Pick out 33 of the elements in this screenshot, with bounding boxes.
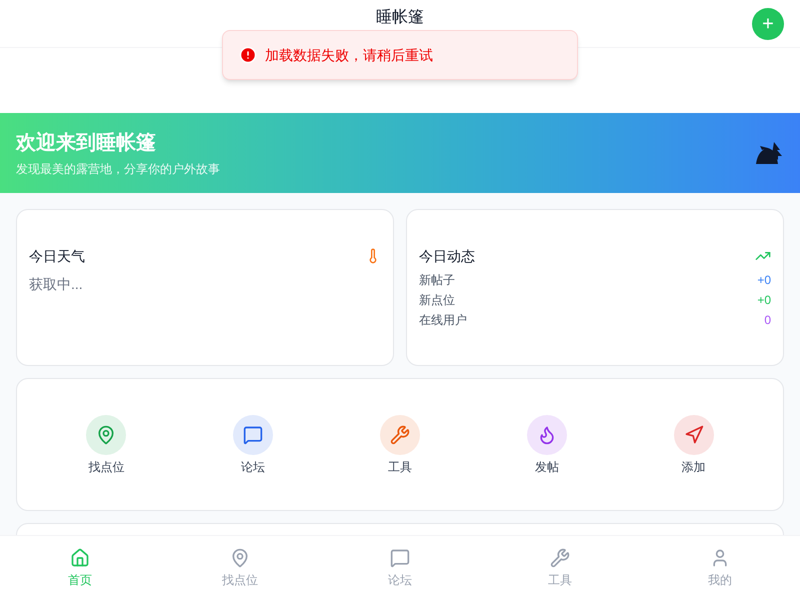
- activity-title: 今日动态: [419, 247, 475, 266]
- banner-subtitle: 发现最美的露营地，分享你的户外故事: [16, 161, 220, 177]
- wrench-icon: [550, 548, 570, 568]
- wrench-icon: [390, 424, 410, 444]
- toast-message: 加载数据失败，请稍后重试: [265, 46, 433, 65]
- add-button[interactable]: +: [752, 8, 784, 40]
- nav-tab[interactable]: 工具: [480, 536, 640, 600]
- app-title: 睡帐篷: [376, 8, 424, 28]
- stat-value: 0: [764, 312, 771, 329]
- quick-action[interactable]: 找点位: [66, 414, 146, 474]
- nav-tab[interactable]: 论坛: [320, 536, 480, 600]
- chat-bubble-icon: [390, 548, 410, 568]
- nav-tab[interactable]: 首页: [0, 536, 160, 600]
- banner-title: 欢迎来到睡帐篷: [16, 130, 157, 156]
- navigation-arrow-icon: [684, 424, 704, 444]
- quick-action[interactable]: 添加: [654, 414, 734, 474]
- stat-label: 在线用户: [419, 312, 467, 329]
- quick-action[interactable]: 工具: [360, 414, 440, 474]
- quick-action[interactable]: 发帖: [506, 414, 587, 474]
- quick-action[interactable]: 论坛: [213, 414, 294, 474]
- error-icon: [239, 46, 257, 64]
- stat-label: 新帖子: [419, 272, 455, 289]
- home-icon: [70, 548, 90, 568]
- map-pin-icon: [230, 548, 250, 568]
- nav-tab[interactable]: 找点位: [160, 536, 320, 600]
- stat-value: +0: [757, 292, 771, 309]
- map-pin-icon: [96, 424, 116, 444]
- weather-title: 今日天气: [29, 247, 85, 266]
- nav-tab[interactable]: 我的: [640, 536, 800, 600]
- weather-status: 获取中...: [29, 275, 84, 294]
- stat-label: 新点位: [419, 292, 455, 309]
- chat-bubble-icon: [243, 424, 264, 444]
- stat-value: +0: [757, 272, 771, 289]
